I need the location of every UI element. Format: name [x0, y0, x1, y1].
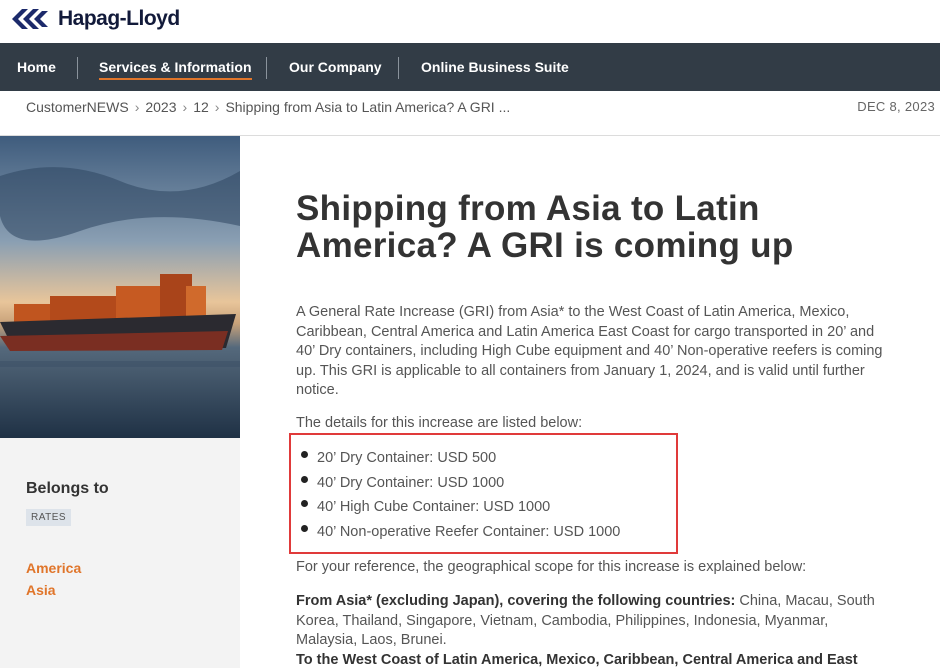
nav-our-company[interactable]: Our Company [289, 43, 382, 91]
breadcrumb: CustomerNEWS › 2023 › 12 › Shipping from Asia … [26, 99, 510, 115]
page-title: Shipping from Asia to Latin America? A G… [296, 189, 794, 265]
increase-list: 20’ Dry Container: USD 500 40’ Dry Conta… [300, 447, 620, 545]
breadcrumb-chevron-icon: › [182, 99, 188, 115]
list-item: 40’ High Cube Container: USD 1000 [300, 496, 620, 521]
nav-services-information[interactable]: Services & Information [99, 43, 252, 91]
list-item: 40’ Non-operative Reefer Container: USD … [300, 521, 620, 546]
scope-intro: For your reference, the geographical sco… [296, 559, 807, 575]
list-item: 40’ Dry Container: USD 1000 [300, 472, 620, 497]
hapag-lloyd-logo-icon [12, 9, 48, 29]
nav-divider [398, 57, 399, 79]
category-tag[interactable]: RATES [26, 509, 72, 526]
container-ship-image [0, 136, 240, 438]
from-asia-label: From Asia* (excluding Japan), covering t… [296, 593, 736, 609]
breadcrumb-month[interactable]: 12 [193, 99, 209, 115]
breadcrumb-year[interactable]: 2023 [145, 99, 176, 115]
nav-home[interactable]: Home [17, 43, 56, 91]
to-latin-america-label: To the West Coast of Latin America, Mexi… [296, 652, 858, 668]
breadcrumb-chevron-icon: › [214, 99, 220, 115]
logo-bar: Hapag-Lloyd [0, 0, 940, 43]
hero-image [0, 136, 240, 438]
breadcrumb-current: Shipping from Asia to Latin America? A G… [225, 99, 511, 115]
publish-date: DEC 8, 2023 [857, 99, 935, 114]
belongs-to-heading: Belongs to [26, 480, 109, 497]
sidebar-panel [0, 438, 240, 668]
main-nav: Home Services & Information Our Company … [0, 43, 940, 91]
region-link-america[interactable]: America [26, 560, 81, 576]
from-asia-paragraph: From Asia* (excluding Japan), covering t… [296, 592, 892, 651]
brand-logo[interactable]: Hapag-Lloyd [12, 6, 180, 32]
nav-divider [266, 57, 267, 79]
brand-name: Hapag-Lloyd [58, 7, 180, 30]
details-intro: The details for this increase are listed… [296, 415, 583, 431]
intro-paragraph: A General Rate Increase (GRI) from Asia*… [296, 304, 883, 399]
region-link-asia[interactable]: Asia [26, 582, 56, 598]
breadcrumb-customernews[interactable]: CustomerNEWS [26, 99, 129, 115]
breadcrumb-chevron-icon: › [134, 99, 140, 115]
list-item: 20’ Dry Container: USD 500 [300, 447, 620, 472]
nav-divider [77, 57, 78, 79]
breadcrumb-bar: CustomerNEWS › 2023 › 12 › Shipping from Asia … [0, 91, 940, 136]
nav-online-business-suite[interactable]: Online Business Suite [421, 43, 569, 91]
